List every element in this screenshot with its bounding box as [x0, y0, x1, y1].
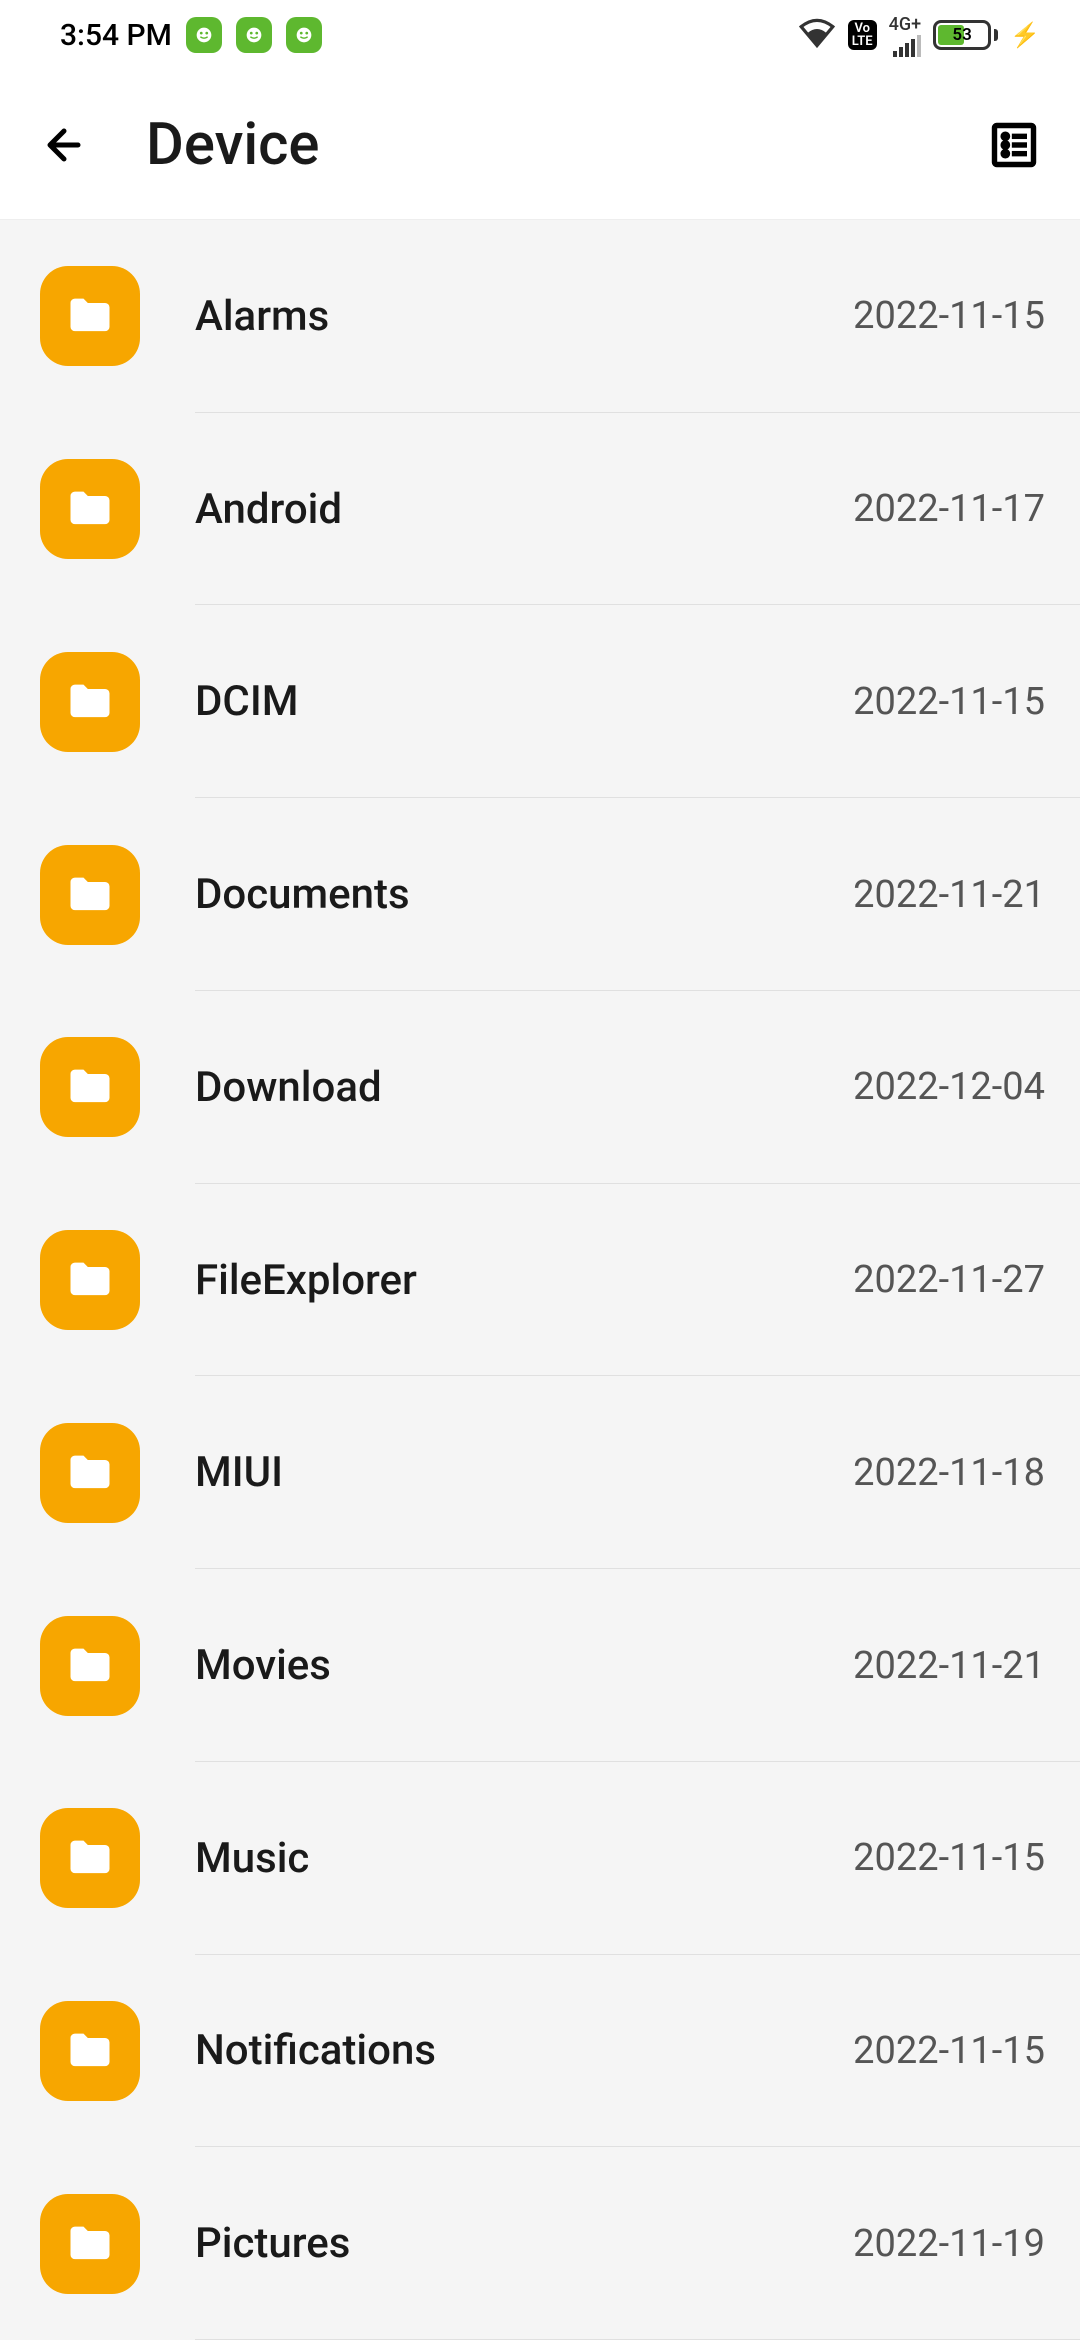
folder-name: DCIM — [195, 677, 298, 726]
signal-icon: 4G+ — [889, 14, 921, 57]
folder-date: 2022-11-15 — [853, 2029, 1045, 2073]
folder-date: 2022-12-04 — [853, 1065, 1045, 1109]
folder-row[interactable]: Android 2022-11-17 — [0, 413, 1080, 606]
folder-row[interactable]: Download 2022-12-04 — [0, 991, 1080, 1184]
file-info: Movies 2022-11-21 — [195, 1641, 1045, 1690]
folder-date: 2022-11-27 — [853, 1258, 1045, 1302]
folder-name: Movies — [195, 1641, 331, 1690]
file-info: Alarms 2022-11-15 — [195, 292, 1045, 341]
wifi-icon — [798, 17, 836, 53]
folder-icon — [40, 845, 140, 945]
file-info: MIUI 2022-11-18 — [195, 1448, 1045, 1497]
folder-name: Pictures — [195, 2219, 350, 2268]
file-info: Music 2022-11-15 — [195, 1834, 1045, 1883]
folder-icon — [40, 1423, 140, 1523]
folder-date: 2022-11-21 — [853, 873, 1045, 917]
folder-date: 2022-11-18 — [853, 1451, 1045, 1495]
battery-icon: 53 — [933, 20, 998, 50]
file-info: Notifications 2022-11-15 — [195, 2026, 1045, 2075]
folder-name: Download — [195, 1063, 382, 1112]
status-time: 3:54 PM — [60, 18, 172, 53]
folder-icon — [40, 1808, 140, 1908]
folder-icon — [40, 2194, 140, 2294]
folder-date: 2022-11-15 — [853, 294, 1045, 338]
page-title: Device — [146, 111, 930, 179]
folder-date: 2022-11-15 — [853, 1836, 1045, 1880]
folder-name: Documents — [195, 870, 410, 919]
folder-icon — [40, 1230, 140, 1330]
folder-row[interactable]: Movies 2022-11-21 — [0, 1569, 1080, 1762]
folder-icon — [40, 2001, 140, 2101]
folder-row[interactable]: FileExplorer 2022-11-27 — [0, 1184, 1080, 1377]
folder-name: Android — [195, 485, 342, 534]
folder-icon — [40, 652, 140, 752]
folder-name: Music — [195, 1834, 309, 1883]
folder-row[interactable]: Notifications 2022-11-15 — [0, 1955, 1080, 2148]
view-toggle-button[interactable] — [988, 119, 1040, 171]
status-left: 3:54 PM — [60, 17, 322, 53]
folder-name: Notifications — [195, 2026, 436, 2075]
app-icon-3 — [286, 17, 322, 53]
folder-icon — [40, 1037, 140, 1137]
folder-date: 2022-11-19 — [853, 2222, 1045, 2266]
file-info: Pictures 2022-11-19 — [195, 2219, 1045, 2268]
file-list[interactable]: Alarms 2022-11-15 Android 2022-11-17 DCI… — [0, 220, 1080, 2340]
folder-date: 2022-11-15 — [853, 680, 1045, 724]
folder-row[interactable]: MIUI 2022-11-18 — [0, 1376, 1080, 1569]
folder-date: 2022-11-17 — [853, 487, 1045, 531]
status-bar: 3:54 PM VoLTE 4G+ — [0, 0, 1080, 70]
file-info: DCIM 2022-11-15 — [195, 677, 1045, 726]
folder-row[interactable]: DCIM 2022-11-15 — [0, 605, 1080, 798]
volte-icon: VoLTE — [848, 20, 877, 50]
app-icon-1 — [186, 17, 222, 53]
folder-icon — [40, 459, 140, 559]
folder-row[interactable]: Documents 2022-11-21 — [0, 798, 1080, 991]
file-info: Download 2022-12-04 — [195, 1063, 1045, 1112]
file-info: FileExplorer 2022-11-27 — [195, 1256, 1045, 1305]
file-info: Documents 2022-11-21 — [195, 870, 1045, 919]
folder-name: MIUI — [195, 1448, 283, 1497]
charging-icon: ⚡ — [1010, 21, 1040, 49]
back-button[interactable] — [40, 121, 88, 169]
folder-icon — [40, 1616, 140, 1716]
folder-name: Alarms — [195, 292, 329, 341]
folder-row[interactable]: Music 2022-11-15 — [0, 1762, 1080, 1955]
folder-icon — [40, 266, 140, 366]
app-header: Device — [0, 70, 1080, 220]
status-right: VoLTE 4G+ 53 ⚡ — [798, 14, 1040, 57]
file-info: Android 2022-11-17 — [195, 485, 1045, 534]
app-icon-2 — [236, 17, 272, 53]
folder-row[interactable]: Pictures 2022-11-19 — [0, 2147, 1080, 2340]
folder-date: 2022-11-21 — [853, 1644, 1045, 1688]
folder-row[interactable]: Alarms 2022-11-15 — [0, 220, 1080, 413]
folder-name: FileExplorer — [195, 1256, 417, 1305]
